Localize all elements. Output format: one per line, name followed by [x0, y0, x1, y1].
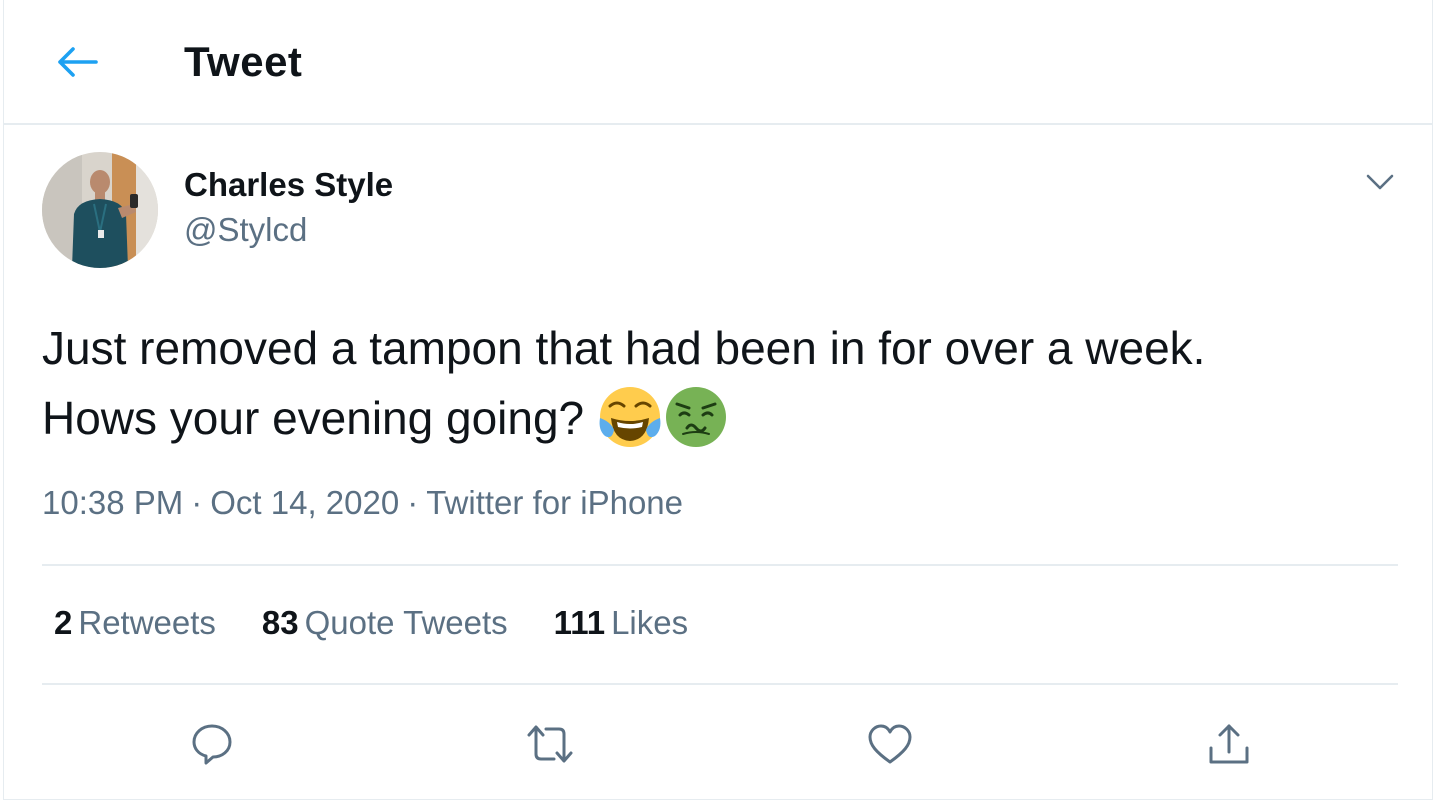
divider [42, 683, 1398, 685]
reply-button[interactable] [184, 716, 240, 772]
share-button[interactable] [1201, 716, 1257, 772]
back-button[interactable] [42, 30, 112, 94]
likes-label: Likes [611, 604, 689, 641]
tweet-stats: 2 Retweets 83 Quote Tweets 111 Likes [54, 604, 734, 642]
tweet-text-line: Hows your evening going? [42, 392, 585, 444]
tweet-text-line: Just removed a tampon that had been in f… [42, 322, 1206, 374]
quote-tweets-label: Quote Tweets [304, 604, 508, 641]
like-icon [868, 724, 912, 764]
tweet-text-line-2: Hows your evening going? [42, 383, 1402, 453]
quote-tweets-stat[interactable]: 83 Quote Tweets [262, 604, 508, 642]
tweet-source[interactable]: Twitter for iPhone [426, 484, 683, 521]
tweet-time[interactable]: 10:38 PM [42, 484, 183, 521]
page-header: Tweet [4, 0, 1432, 125]
meta-separator: · [191, 484, 203, 521]
chevron-down-icon [1366, 174, 1394, 190]
page-title: Tweet [184, 38, 303, 85]
retweets-count: 2 [54, 604, 73, 641]
arrow-left-icon [58, 47, 98, 77]
author-display-name[interactable]: Charles Style [184, 166, 393, 204]
quote-tweets-count: 83 [261, 604, 299, 641]
face-with-tears-of-joy-icon [599, 386, 661, 447]
tweet-page: Tweet Charles Style @Stylcd Just removed… [3, 0, 1433, 800]
likes-count: 111 [553, 604, 606, 641]
retweet-button[interactable] [522, 716, 578, 772]
divider [42, 564, 1398, 566]
retweets-label: Retweets [78, 604, 216, 641]
retweet-icon [527, 725, 573, 763]
nauseated-face-icon [665, 386, 726, 447]
like-button[interactable] [862, 716, 918, 772]
tweet-metadata: 10:38 PM · Oct 14, 2020 · Twitter for iPhone [42, 484, 683, 522]
more-options-button[interactable] [1360, 165, 1400, 199]
tweet-text: Just removed a tampon that had been in f… [42, 313, 1402, 453]
tweet-date[interactable]: Oct 14, 2020 [210, 484, 399, 521]
share-icon [1209, 724, 1249, 764]
avatar-photo [42, 152, 158, 268]
reply-icon [192, 724, 232, 765]
author-handle[interactable]: @Stylcd [184, 211, 307, 249]
retweets-stat[interactable]: 2 Retweets [54, 604, 216, 642]
meta-separator: · [407, 484, 419, 521]
avatar[interactable] [42, 152, 158, 268]
likes-stat[interactable]: 111 Likes [554, 604, 688, 642]
